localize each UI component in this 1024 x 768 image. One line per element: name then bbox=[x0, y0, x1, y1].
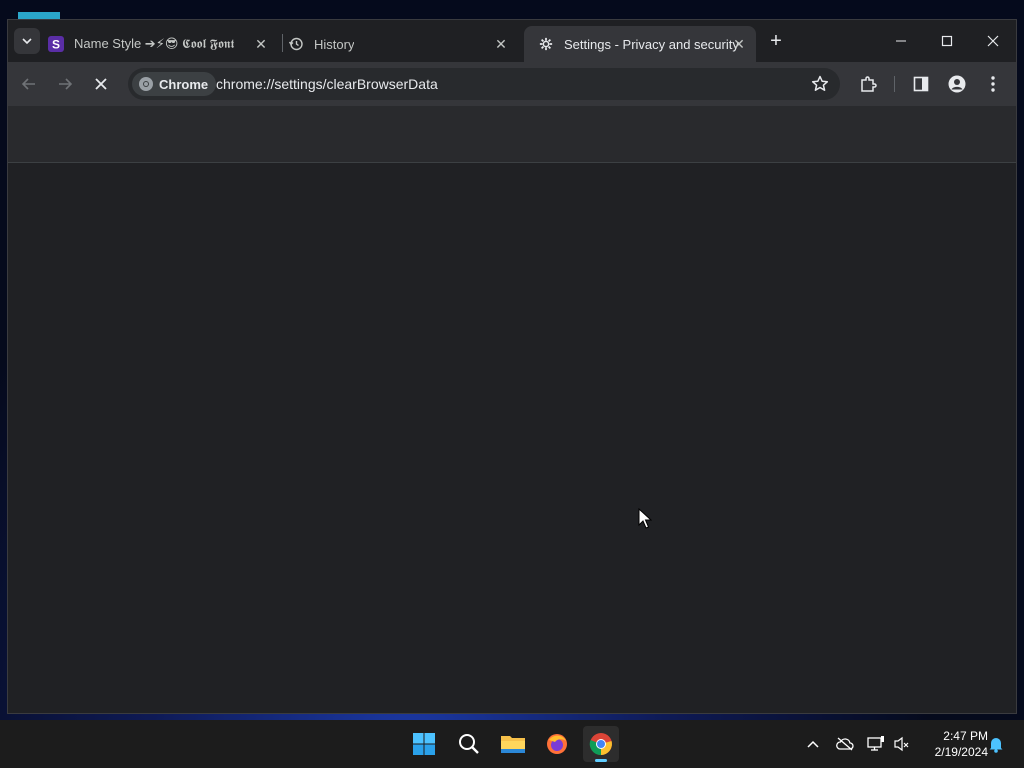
tab-title: Name Style ➔⚡😎 𝕮𝖔𝖔𝖑 𝕱𝖔𝖓𝖙𝖘 ⦙ bbox=[74, 36, 234, 51]
puzzle-icon bbox=[861, 76, 877, 92]
site-s-icon: S bbox=[48, 36, 64, 52]
notifications-button[interactable] bbox=[986, 734, 1006, 754]
maximize-button[interactable] bbox=[924, 26, 970, 56]
site-chip[interactable]: Chrome bbox=[132, 72, 217, 96]
close-window-button[interactable] bbox=[970, 26, 1016, 56]
mouse-cursor-icon bbox=[638, 508, 652, 529]
chevron-down-icon bbox=[22, 38, 32, 45]
firefox-button[interactable] bbox=[539, 726, 575, 762]
page-content-area bbox=[8, 163, 1016, 713]
search-icon bbox=[459, 734, 479, 754]
tab-search-button[interactable] bbox=[14, 28, 40, 54]
firefox-icon bbox=[547, 734, 567, 754]
chrome-icon bbox=[589, 733, 612, 756]
settings-gear-icon bbox=[538, 36, 554, 52]
maximize-icon bbox=[941, 35, 953, 47]
bookmark-star-icon[interactable] bbox=[810, 74, 830, 94]
volume-tray-button[interactable] bbox=[892, 734, 912, 754]
new-tab-button[interactable]: + bbox=[766, 31, 786, 51]
side-panel-button[interactable] bbox=[910, 73, 932, 95]
profile-button[interactable] bbox=[946, 73, 968, 95]
chrome-menu-button[interactable] bbox=[982, 73, 1004, 95]
tab-separator bbox=[282, 34, 283, 52]
settings-header-bar bbox=[8, 106, 1016, 163]
tab-title: History bbox=[314, 36, 355, 52]
start-button[interactable] bbox=[406, 726, 442, 762]
close-tab-icon[interactable]: ✕ bbox=[252, 35, 270, 53]
speaker-muted-icon bbox=[894, 736, 909, 752]
windows-start-icon bbox=[413, 733, 435, 755]
tab-name-style[interactable]: S Name Style ➔⚡😎 𝕮𝖔𝖔𝖑 𝕱𝖔𝖓𝖙𝖘 ⦙ ✕ bbox=[48, 26, 278, 62]
tab-settings[interactable]: Settings - Privacy and security ✕ bbox=[524, 26, 756, 62]
chevron-up-icon bbox=[807, 740, 819, 748]
site-chip-label: Chrome bbox=[159, 76, 209, 92]
chrome-taskbar-button[interactable] bbox=[583, 726, 619, 762]
tab-strip: S Name Style ➔⚡😎 𝕮𝖔𝖔𝖑 𝕱𝖔𝖓𝖙𝖘 ⦙ ✕ History … bbox=[8, 20, 1016, 62]
tab-history[interactable]: History ✕ bbox=[288, 26, 518, 62]
minimize-button[interactable] bbox=[878, 26, 924, 56]
network-monitor-icon bbox=[867, 736, 884, 751]
close-icon bbox=[987, 35, 999, 47]
bell-icon bbox=[989, 738, 1003, 753]
svg-text:S: S bbox=[52, 38, 60, 52]
forward-arrow-icon bbox=[59, 78, 73, 90]
address-bar[interactable]: Chrome chrome://settings/clearBrowserDat… bbox=[128, 68, 840, 100]
tab-title: Settings - Privacy and security bbox=[564, 36, 739, 52]
stop-loading-button[interactable] bbox=[88, 71, 114, 97]
side-panel-icon bbox=[913, 76, 929, 92]
history-icon bbox=[288, 36, 304, 52]
windows-taskbar bbox=[0, 720, 1024, 768]
show-hidden-icons-button[interactable] bbox=[803, 734, 823, 754]
taskbar-clock[interactable]: 2:47 PM 2/19/2024 bbox=[918, 728, 988, 760]
toolbar-divider bbox=[894, 76, 895, 92]
browser-toolbar: Chrome chrome://settings/clearBrowserDat… bbox=[8, 62, 1016, 106]
file-explorer-icon bbox=[501, 736, 525, 753]
chrome-logo-icon bbox=[139, 77, 153, 91]
back-button[interactable] bbox=[16, 71, 42, 97]
stop-x-icon bbox=[95, 78, 107, 90]
back-arrow-icon bbox=[21, 78, 35, 90]
kebab-menu-icon bbox=[991, 76, 995, 92]
extensions-button[interactable] bbox=[857, 73, 879, 95]
chrome-window: S Name Style ➔⚡😎 𝕮𝖔𝖔𝖑 𝕱𝖔𝖓𝖙𝖘 ⦙ ✕ History … bbox=[8, 20, 1016, 713]
forward-button[interactable] bbox=[52, 71, 78, 97]
close-tab-icon[interactable]: ✕ bbox=[730, 35, 748, 53]
taskbar-search-button[interactable] bbox=[451, 726, 487, 762]
clock-date: 2/19/2024 bbox=[934, 745, 988, 759]
profile-avatar-icon bbox=[948, 75, 966, 93]
onedrive-tray-button[interactable] bbox=[835, 734, 855, 754]
network-tray-button[interactable] bbox=[866, 734, 886, 754]
cloud-offline-icon bbox=[836, 737, 854, 751]
close-tab-icon[interactable]: ✕ bbox=[492, 35, 510, 53]
file-explorer-button[interactable] bbox=[495, 726, 531, 762]
minimize-icon bbox=[896, 40, 906, 42]
clock-time: 2:47 PM bbox=[943, 729, 988, 743]
url-text[interactable]: chrome://settings/clearBrowserData bbox=[216, 76, 438, 92]
